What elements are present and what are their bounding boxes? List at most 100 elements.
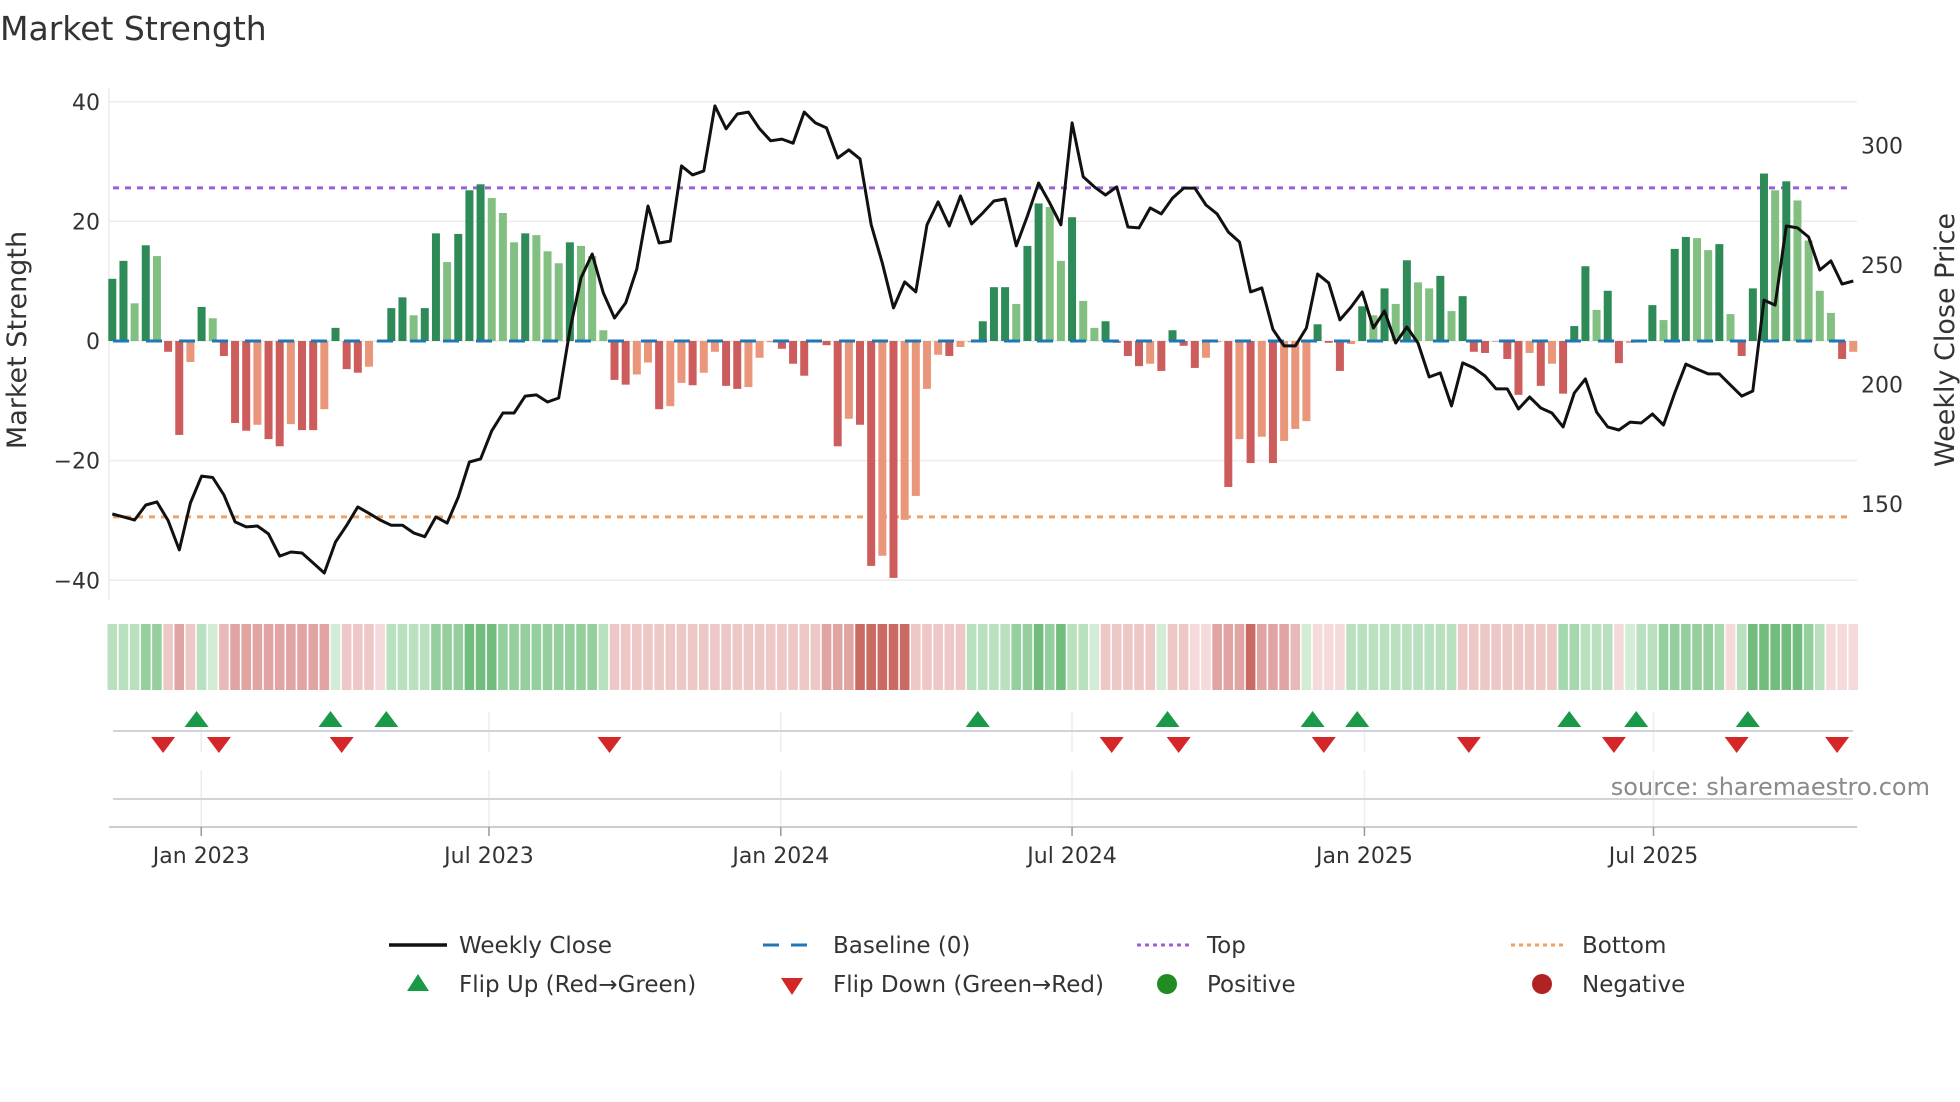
bar-positive [1023, 245, 1032, 342]
bar-positive [487, 198, 496, 342]
strip-cell-negative [844, 624, 854, 690]
bar-negative [889, 341, 898, 578]
bar-positive [1447, 311, 1456, 342]
strip-cell-positive [1089, 624, 1100, 690]
legend-item-flip-down: Flip Down (Green→Red) [781, 972, 1104, 998]
bar-negative [1135, 341, 1144, 367]
strip-cell-positive [129, 624, 140, 690]
bar-negative [1480, 341, 1489, 353]
bar-negative [844, 341, 853, 419]
strip-cell-positive [1368, 624, 1379, 690]
strip-cell-positive [1580, 624, 1591, 690]
bar-positive [108, 278, 117, 342]
strip-cell-negative [1145, 624, 1155, 690]
bar-positive [1079, 300, 1088, 342]
bar-positive [1704, 250, 1713, 342]
strip-cell-negative [319, 624, 330, 690]
bar-negative [1492, 341, 1501, 342]
bar-negative [164, 341, 173, 352]
bar-positive [1313, 324, 1322, 342]
strip-cell-positive [207, 624, 218, 690]
x-tick-label: Jan 2025 [1314, 844, 1413, 869]
flip-down-marker [1166, 737, 1191, 753]
bar-negative [1157, 341, 1166, 371]
bar-negative [733, 341, 742, 389]
strip-cell-positive [1011, 624, 1022, 690]
bar-negative [722, 341, 731, 386]
strip-cell-negative [1725, 624, 1736, 690]
strip-cell-positive [1424, 624, 1434, 690]
flip-up-marker [184, 711, 209, 727]
bar-positive [1101, 321, 1110, 342]
bar-negative [1123, 341, 1132, 356]
strip-cell-negative [353, 624, 363, 690]
bar-positive [1414, 282, 1423, 342]
strip-cell-positive [509, 624, 519, 690]
flip-up-marker [318, 711, 343, 727]
bar-positive [498, 213, 507, 342]
strip-cell-positive [486, 624, 497, 690]
strip-cell-negative [1480, 624, 1490, 690]
bar-negative [1737, 341, 1746, 356]
strip-cell-negative [274, 624, 285, 690]
bar-positive [141, 245, 150, 342]
bar-negative [677, 341, 686, 383]
strip-cell-negative [732, 624, 743, 690]
circle-icon [1157, 974, 1177, 994]
y-tick-label-right: 150 [1861, 493, 1903, 518]
bar-negative [1201, 341, 1210, 358]
strip-cell-positive [520, 624, 531, 690]
level-lines [113, 186, 1853, 519]
strip-cell-negative [955, 624, 966, 690]
bar-negative [1849, 341, 1858, 352]
strip-cell-positive [1714, 624, 1725, 690]
strip-cell-negative [364, 624, 374, 690]
x-tick-label: Jul 2023 [442, 844, 534, 869]
strip-cell-negative [632, 624, 642, 690]
strip-cell-positive [464, 624, 475, 690]
strip-cell-negative [877, 624, 888, 690]
bar-positive [331, 327, 340, 342]
strip-cell-negative [1535, 624, 1546, 690]
legend-label: Flip Down (Green→Red) [833, 972, 1104, 998]
bar-positive [1648, 305, 1657, 342]
bar-negative [699, 341, 708, 373]
bar-negative [231, 341, 240, 423]
legend-label: Positive [1207, 972, 1296, 998]
strip-cell-positive [1703, 624, 1713, 690]
strip-cell-positive [431, 624, 441, 690]
strip-cell-negative [308, 624, 318, 690]
bar-positive [1693, 238, 1702, 342]
bar-positive [208, 318, 217, 342]
legend-label: Baseline (0) [833, 933, 970, 959]
strip-cell-negative [1223, 624, 1234, 690]
flip-up-marker [1624, 711, 1649, 727]
strip-cell-negative [375, 624, 385, 690]
strip-cell-negative [1256, 624, 1267, 690]
bar-positive [1056, 260, 1065, 342]
strip-cell-negative [1290, 624, 1301, 690]
circle-icon [1532, 974, 1552, 994]
bar-negative [1559, 341, 1568, 394]
bar-positive [1748, 288, 1757, 342]
bar-positive [1659, 320, 1668, 342]
flip-down-marker [1456, 737, 1481, 753]
bar-positive [1581, 266, 1590, 342]
bar-positive [1570, 326, 1579, 342]
strip-cell-negative [888, 624, 899, 690]
bar-negative [1291, 341, 1300, 429]
strip-cell-positive [1402, 624, 1412, 690]
strip-cell-negative [219, 624, 229, 690]
axis-ticks: 40200−20−40300250200150Jan 2023 Jul 2023 J… [54, 91, 1903, 869]
strip-cell-positive [1814, 624, 1825, 690]
bar-negative [1525, 341, 1534, 353]
bar-positive [398, 297, 407, 342]
strip-cell-positive [152, 624, 162, 690]
strip-cell-negative [810, 624, 821, 690]
bar-positive [130, 303, 139, 342]
legend-item-positive: Positive [1157, 972, 1296, 998]
strip-cell-negative [866, 624, 876, 690]
flip-up-marker [1557, 711, 1582, 727]
strip-cell-positive [1792, 624, 1803, 690]
strip-cell-positive [1435, 624, 1446, 690]
